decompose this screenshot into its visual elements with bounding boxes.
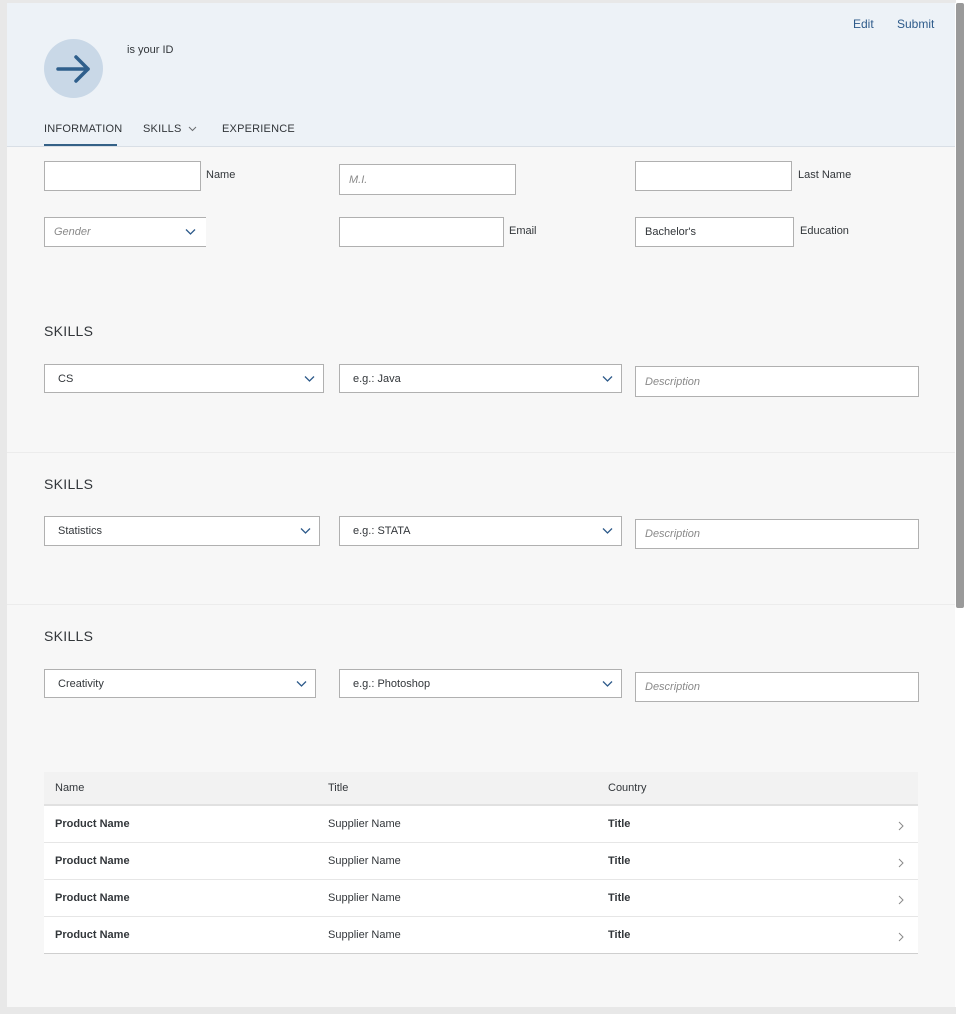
section-divider bbox=[7, 452, 955, 453]
main-content: Name M.I. Last Name Gender Email Bachelo… bbox=[7, 147, 955, 1007]
table-header-row: Name Title Country bbox=[44, 772, 918, 806]
skills-section-title: SKILLS bbox=[44, 323, 94, 339]
skill-example-select[interactable]: e.g.: Java bbox=[339, 364, 622, 393]
products-table: Name Title Country Product Name Supplier… bbox=[44, 772, 918, 954]
gender-select[interactable]: Gender bbox=[44, 217, 206, 247]
edit-button[interactable]: Edit bbox=[853, 17, 874, 31]
chevron-down-icon bbox=[185, 229, 196, 235]
skill-example-value: e.g.: STATA bbox=[353, 525, 411, 537]
arrow-right-icon bbox=[55, 54, 90, 83]
middle-initial-placeholder: M.I. bbox=[349, 173, 368, 186]
skill-description-input[interactable]: Description bbox=[635, 672, 919, 702]
skill-description-placeholder: Description bbox=[645, 528, 701, 540]
tab-experience[interactable]: EXPERIENCE bbox=[222, 123, 295, 135]
skill-category-select[interactable]: Creativity bbox=[44, 669, 316, 698]
column-header-country: Country bbox=[608, 782, 647, 794]
table-row[interactable]: Product Name Supplier Name Title bbox=[44, 806, 918, 843]
skills-section-title: SKILLS bbox=[44, 628, 94, 644]
name-input[interactable] bbox=[44, 161, 201, 191]
row-title: Supplier Name bbox=[328, 929, 401, 941]
last-name-label: Last Name bbox=[798, 169, 852, 181]
gender-placeholder: Gender bbox=[54, 226, 91, 238]
education-label: Education bbox=[800, 225, 849, 237]
column-header-name: Name bbox=[55, 782, 85, 794]
section-divider bbox=[7, 604, 955, 605]
table-row[interactable]: Product Name Supplier Name Title bbox=[44, 880, 918, 917]
skill-description-input[interactable]: Description bbox=[635, 519, 919, 549]
chevron-down-icon bbox=[300, 528, 311, 534]
chevron-down-icon bbox=[602, 528, 613, 534]
chevron-down-icon bbox=[602, 680, 613, 687]
row-country: Title bbox=[608, 929, 631, 941]
row-country: Title bbox=[608, 892, 631, 904]
chevron-right-icon bbox=[898, 858, 904, 868]
row-name: Product Name bbox=[55, 818, 130, 830]
name-label: Name bbox=[206, 169, 236, 181]
chevron-down-icon bbox=[304, 375, 315, 382]
email-input[interactable] bbox=[339, 217, 504, 247]
row-name: Product Name bbox=[55, 929, 130, 941]
skill-description-placeholder: Description bbox=[645, 681, 701, 693]
tab-information[interactable]: INFORMATION bbox=[44, 123, 122, 135]
chevron-right-icon bbox=[898, 821, 904, 831]
chevron-down-icon bbox=[296, 680, 307, 687]
object-header: Edit Submit is your ID INFORMATION SKILL… bbox=[7, 3, 955, 147]
chevron-down-icon bbox=[188, 126, 197, 132]
skill-category-value: Statistics bbox=[58, 525, 103, 537]
skill-category-select[interactable]: Statistics bbox=[44, 516, 320, 546]
skill-description-input[interactable]: Description bbox=[635, 366, 919, 397]
skills-section-title: SKILLS bbox=[44, 476, 94, 492]
row-country: Title bbox=[608, 855, 631, 867]
chevron-right-icon bbox=[898, 932, 904, 942]
skill-example-select[interactable]: e.g.: STATA bbox=[339, 516, 622, 546]
education-value: Bachelor's bbox=[645, 226, 697, 238]
skill-category-value: CS bbox=[58, 372, 74, 385]
row-name: Product Name bbox=[55, 855, 130, 867]
skill-description-placeholder: Description bbox=[645, 375, 701, 388]
row-name: Product Name bbox=[55, 892, 130, 904]
skill-example-select[interactable]: e.g.: Photoshop bbox=[339, 669, 622, 698]
skill-category-value: Creativity bbox=[58, 677, 104, 690]
skill-category-select[interactable]: CS bbox=[44, 364, 324, 393]
row-country: Title bbox=[608, 818, 631, 830]
row-title: Supplier Name bbox=[328, 855, 401, 867]
submit-button[interactable]: Submit bbox=[897, 17, 934, 31]
last-name-input[interactable] bbox=[635, 161, 792, 191]
table-row[interactable]: Product Name Supplier Name Title bbox=[44, 843, 918, 880]
avatar bbox=[44, 39, 103, 98]
scrollbar-thumb[interactable] bbox=[956, 3, 964, 608]
user-id-text: is your ID bbox=[127, 44, 174, 56]
email-label: Email bbox=[509, 225, 537, 237]
tab-selected-indicator bbox=[44, 144, 117, 146]
column-header-title: Title bbox=[328, 782, 349, 794]
tab-skills-label: SKILLS bbox=[143, 123, 182, 135]
chevron-down-icon bbox=[602, 375, 613, 382]
skill-example-value: e.g.: Photoshop bbox=[353, 677, 431, 690]
education-input[interactable]: Bachelor's bbox=[635, 217, 794, 247]
row-title: Supplier Name bbox=[328, 892, 401, 904]
chevron-right-icon bbox=[898, 895, 904, 905]
middle-initial-input[interactable]: M.I. bbox=[339, 164, 516, 195]
table-row[interactable]: Product Name Supplier Name Title bbox=[44, 917, 918, 954]
skill-example-value: e.g.: Java bbox=[353, 372, 401, 385]
row-title: Supplier Name bbox=[328, 818, 401, 830]
tab-skills[interactable]: SKILLS bbox=[143, 123, 197, 135]
